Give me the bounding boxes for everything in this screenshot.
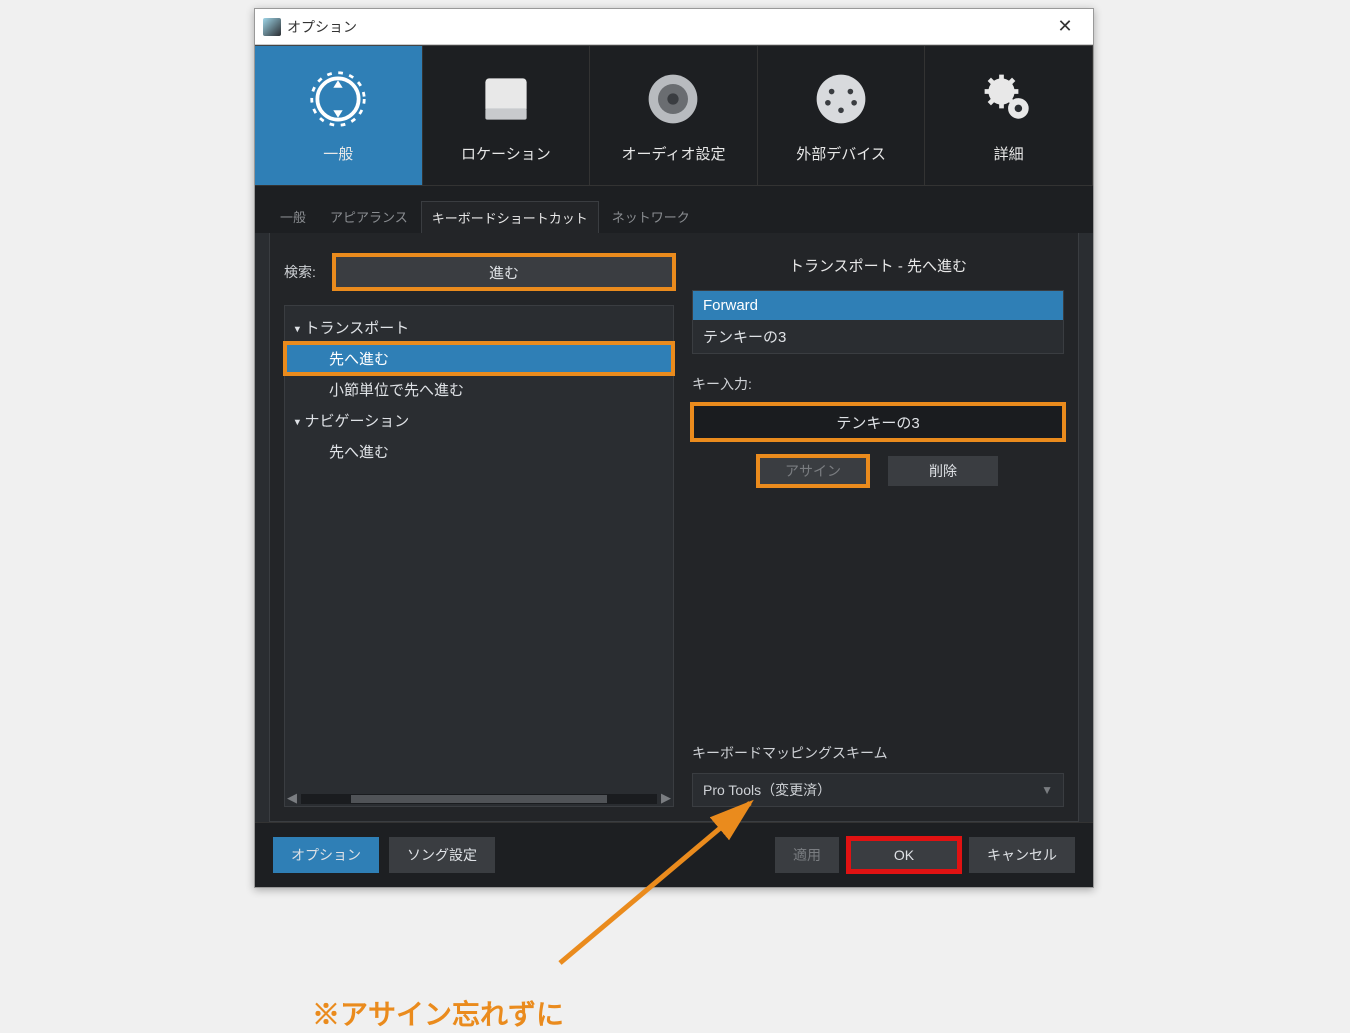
tree-item-nav-forward[interactable]: 先へ進む xyxy=(285,436,673,467)
nav-tab-audio[interactable]: オーディオ設定 xyxy=(590,46,758,185)
sub-tabs: 一般 アピアランス キーボードショートカット ネットワーク xyxy=(255,185,1093,233)
options-button[interactable]: オプション xyxy=(273,837,379,873)
assignment-row[interactable]: テンキーの3 xyxy=(693,320,1063,353)
nav-tab-devices[interactable]: 外部デバイス xyxy=(758,46,926,185)
assignment-list[interactable]: Forward テンキーの3 xyxy=(692,290,1064,354)
selected-action-title: トランスポート - 先へ進む xyxy=(692,255,1064,276)
shortcut-right-panel: トランスポート - 先へ進む Forward テンキーの3 キー入力: アサイン… xyxy=(692,255,1064,807)
app-icon xyxy=(263,18,281,36)
nav-tab-label: 詳細 xyxy=(994,143,1024,164)
tree-category-transport[interactable]: トランスポート xyxy=(285,312,673,343)
options-dialog: オプション ✕ 一般 ロケーション オーディオ設定 外部デバイス xyxy=(254,8,1094,888)
titlebar: オプション ✕ xyxy=(255,9,1093,45)
window-title: オプション xyxy=(287,17,357,37)
song-settings-button[interactable]: ソング設定 xyxy=(389,837,495,873)
gears-icon xyxy=(977,67,1041,131)
sub-tab-appearance[interactable]: アピアランス xyxy=(319,200,419,233)
scroll-right-icon[interactable]: ▶ xyxy=(661,790,671,806)
assign-button[interactable]: アサイン xyxy=(758,456,868,486)
shortcut-left-panel: 検索: トランスポート 先へ進む 小節単位で先へ進む ナビゲーション 先へ進む … xyxy=(284,255,674,807)
content-area: 検索: トランスポート 先へ進む 小節単位で先へ進む ナビゲーション 先へ進む … xyxy=(269,233,1079,822)
sub-tab-shortcuts[interactable]: キーボードショートカット xyxy=(421,201,599,233)
chevron-down-icon: ▼ xyxy=(1041,783,1053,797)
speaker-icon xyxy=(641,67,705,131)
horizontal-scrollbar[interactable] xyxy=(301,794,657,804)
nav-tab-label: ロケーション xyxy=(461,143,551,164)
assignment-row[interactable]: Forward xyxy=(693,291,1063,320)
apply-button[interactable]: 適用 xyxy=(775,837,839,873)
key-input[interactable] xyxy=(692,404,1064,440)
scroll-left-icon[interactable]: ◀ xyxy=(287,790,297,806)
drive-icon xyxy=(474,67,538,131)
nav-tab-location[interactable]: ロケーション xyxy=(423,46,591,185)
tree-item-forward[interactable]: 先へ進む xyxy=(285,343,673,374)
delete-button[interactable]: 削除 xyxy=(888,456,998,486)
gear-sync-icon xyxy=(306,67,370,131)
tree-item-forward-bar[interactable]: 小節単位で先へ進む xyxy=(285,374,673,405)
sub-tab-general[interactable]: 一般 xyxy=(269,200,317,233)
nav-tab-advanced[interactable]: 詳細 xyxy=(925,46,1093,185)
search-label: 検索: xyxy=(284,262,326,282)
sub-tab-network[interactable]: ネットワーク xyxy=(601,200,701,233)
close-icon[interactable]: ✕ xyxy=(1045,16,1085,37)
shortcut-tree[interactable]: トランスポート 先へ進む 小節単位で先へ進む ナビゲーション 先へ進む ◀ ▶ xyxy=(284,305,674,807)
search-input[interactable] xyxy=(334,255,674,289)
annotation-text: ※アサイン忘れずに xyxy=(312,993,564,1033)
main-nav-tabs: 一般 ロケーション オーディオ設定 外部デバイス xyxy=(255,45,1093,185)
key-input-label: キー入力: xyxy=(692,374,1064,394)
nav-tab-label: 一般 xyxy=(323,143,353,164)
nav-tab-label: オーディオ設定 xyxy=(622,143,726,164)
nav-tab-label: 外部デバイス xyxy=(796,143,886,164)
scheme-label: キーボードマッピングスキーム xyxy=(692,743,1064,763)
scheme-value: Pro Tools（変更済） xyxy=(703,780,831,800)
cancel-button[interactable]: キャンセル xyxy=(969,837,1075,873)
midi-device-icon xyxy=(809,67,873,131)
dialog-footer: オプション ソング設定 適用 OK キャンセル xyxy=(255,822,1093,887)
nav-tab-general[interactable]: 一般 xyxy=(255,46,423,185)
tree-category-navigation[interactable]: ナビゲーション xyxy=(285,405,673,436)
scheme-select[interactable]: Pro Tools（変更済） ▼ xyxy=(692,773,1064,807)
ok-button[interactable]: OK xyxy=(849,839,959,871)
